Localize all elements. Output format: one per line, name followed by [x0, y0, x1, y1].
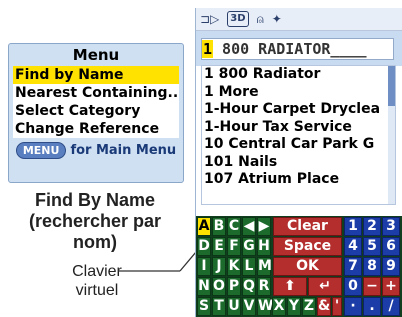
key-digit-3-0[interactable]: 0 [344, 277, 362, 296]
key-digit-0-2[interactable]: 3 [382, 217, 400, 236]
caption-line-2: (rechercher par [28, 211, 162, 231]
result-item[interactable]: 1-Hour Tax Service [202, 119, 395, 137]
virtual-keyboard: A B C ◀ ▶ D E F G H I J K L M N O P Q R S T U V W X Y Z & Clear Space O… [196, 216, 402, 317]
menu-list: Find by Name Nearest Containing... Selec… [13, 66, 179, 138]
result-item[interactable]: 1-Hour Carpet Dryclea [202, 101, 395, 119]
key-e[interactable]: E [212, 237, 226, 256]
key-ok-button[interactable]: OK [273, 257, 342, 276]
keyboard-label-line-1: Clavier [72, 263, 122, 280]
key-digit-4-0[interactable]: · [344, 297, 362, 316]
menu-footer: MENU for Main Menu [9, 138, 183, 162]
key-digit-1-1[interactable]: 5 [363, 237, 381, 256]
key-right-arrow[interactable]: ▶ [257, 217, 271, 236]
lightbulb-icon: ✦ [271, 12, 282, 26]
search-input[interactable]: 1 800 RADIATOR____ [201, 38, 394, 60]
key-l[interactable]: L [242, 257, 256, 276]
result-item[interactable]: 1 More [202, 84, 395, 102]
results-list: 1 800 Radiator 1 More 1-Hour Carpet Dryc… [201, 65, 396, 205]
key-digit-4-1[interactable]: . [363, 297, 381, 316]
key-a[interactable]: A [197, 217, 211, 236]
key-clear-button[interactable]: Clear [273, 217, 342, 236]
menu-key-icon[interactable]: MENU [15, 141, 67, 159]
key-space-button[interactable]: Space [273, 237, 342, 256]
status-bar: ⊐▷ 3D ⍝ ✦ [196, 8, 402, 31]
key-q[interactable]: Q [242, 277, 256, 296]
key-t[interactable]: T [212, 297, 226, 316]
menu-item-select-category[interactable]: Select Category [13, 102, 179, 120]
key-digit-1-2[interactable]: 6 [382, 237, 400, 256]
result-item[interactable]: 107 Atrium Place [202, 171, 395, 189]
key-p[interactable]: P [227, 277, 241, 296]
key-digit-0-0[interactable]: 1 [344, 217, 362, 236]
result-item[interactable]: 10 Central Car Park G [202, 136, 395, 154]
key-f[interactable]: F [227, 237, 241, 256]
key-i[interactable]: I [197, 257, 211, 276]
key-digit-2-0[interactable]: 7 [344, 257, 362, 276]
key-s[interactable]: S [197, 297, 211, 316]
key-j[interactable]: J [212, 257, 226, 276]
key-u[interactable]: U [227, 297, 241, 316]
keyboard-label-line-2: virtuel [75, 282, 119, 299]
menu-title: Menu [72, 46, 120, 64]
key-y[interactable]: Y [287, 297, 301, 316]
key-v[interactable]: V [242, 297, 256, 316]
key-c[interactable]: C [227, 217, 241, 236]
search-cursor: 1 [202, 40, 214, 58]
scroll-thumb[interactable] [388, 66, 395, 106]
key-r[interactable]: R [257, 277, 271, 296]
key-z[interactable]: Z [302, 297, 316, 316]
key-d[interactable]: D [197, 237, 211, 256]
keyboard-label: Clavier virtuel [42, 262, 152, 300]
key-h[interactable]: H [257, 237, 271, 256]
3d-icon: 3D [227, 11, 249, 27]
route-icon: ⊐▷ [200, 12, 220, 26]
key-digit-2-2[interactable]: 9 [382, 257, 400, 276]
key-x[interactable]: X [272, 297, 286, 316]
key-apostrophe[interactable]: ' [332, 297, 342, 316]
key-m[interactable]: M [257, 257, 272, 276]
key-left-arrow[interactable]: ◀ [242, 217, 256, 236]
menu-item-nearest-containing[interactable]: Nearest Containing... [13, 84, 179, 102]
key-w[interactable]: W [257, 297, 273, 316]
key-b[interactable]: B [212, 217, 226, 236]
key-ampersand[interactable]: & [317, 297, 331, 316]
result-item[interactable]: 101 Nails [202, 154, 395, 172]
search-text: 800 RADIATOR____ [213, 40, 367, 58]
key-n[interactable]: N [197, 277, 211, 296]
key-digit-3-1[interactable]: − [363, 277, 381, 296]
key-digit-4-2[interactable]: / [382, 297, 400, 316]
result-item[interactable]: 1 800 Radiator [202, 66, 395, 84]
caption-line-1: Find By Name [34, 190, 156, 210]
search-area: 1 800 RADIATOR____ [196, 31, 402, 66]
key-k[interactable]: K [227, 257, 241, 276]
key-enter-icon[interactable]: ↵ [308, 277, 342, 296]
key-o[interactable]: O [212, 277, 226, 296]
key-digit-2-1[interactable]: 8 [363, 257, 381, 276]
menu-item-change-reference[interactable]: Change Reference [13, 120, 179, 138]
key-digit-1-0[interactable]: 4 [344, 237, 362, 256]
gps-screen: ⊐▷ 3D ⍝ ✦ 1 800 RADIATOR____ 1 800 Radia… [195, 8, 402, 317]
menu-item-find-by-name[interactable]: Find by Name [13, 66, 179, 84]
bell-icon: ⍝ [256, 12, 264, 26]
menu-footer-text: for Main Menu [70, 142, 177, 158]
key-shift-icon[interactable]: ⬆ [273, 277, 307, 296]
key-g[interactable]: G [242, 237, 256, 256]
figure-caption: Find By Name (rechercher par nom) [0, 190, 190, 253]
results-scrollbar[interactable] [388, 66, 395, 204]
key-digit-3-2[interactable]: + [382, 277, 400, 296]
caption-line-3: nom) [73, 232, 117, 252]
menu-popup: Menu Find by Name Nearest Containing... … [8, 43, 184, 183]
key-digit-0-1[interactable]: 2 [363, 217, 381, 236]
